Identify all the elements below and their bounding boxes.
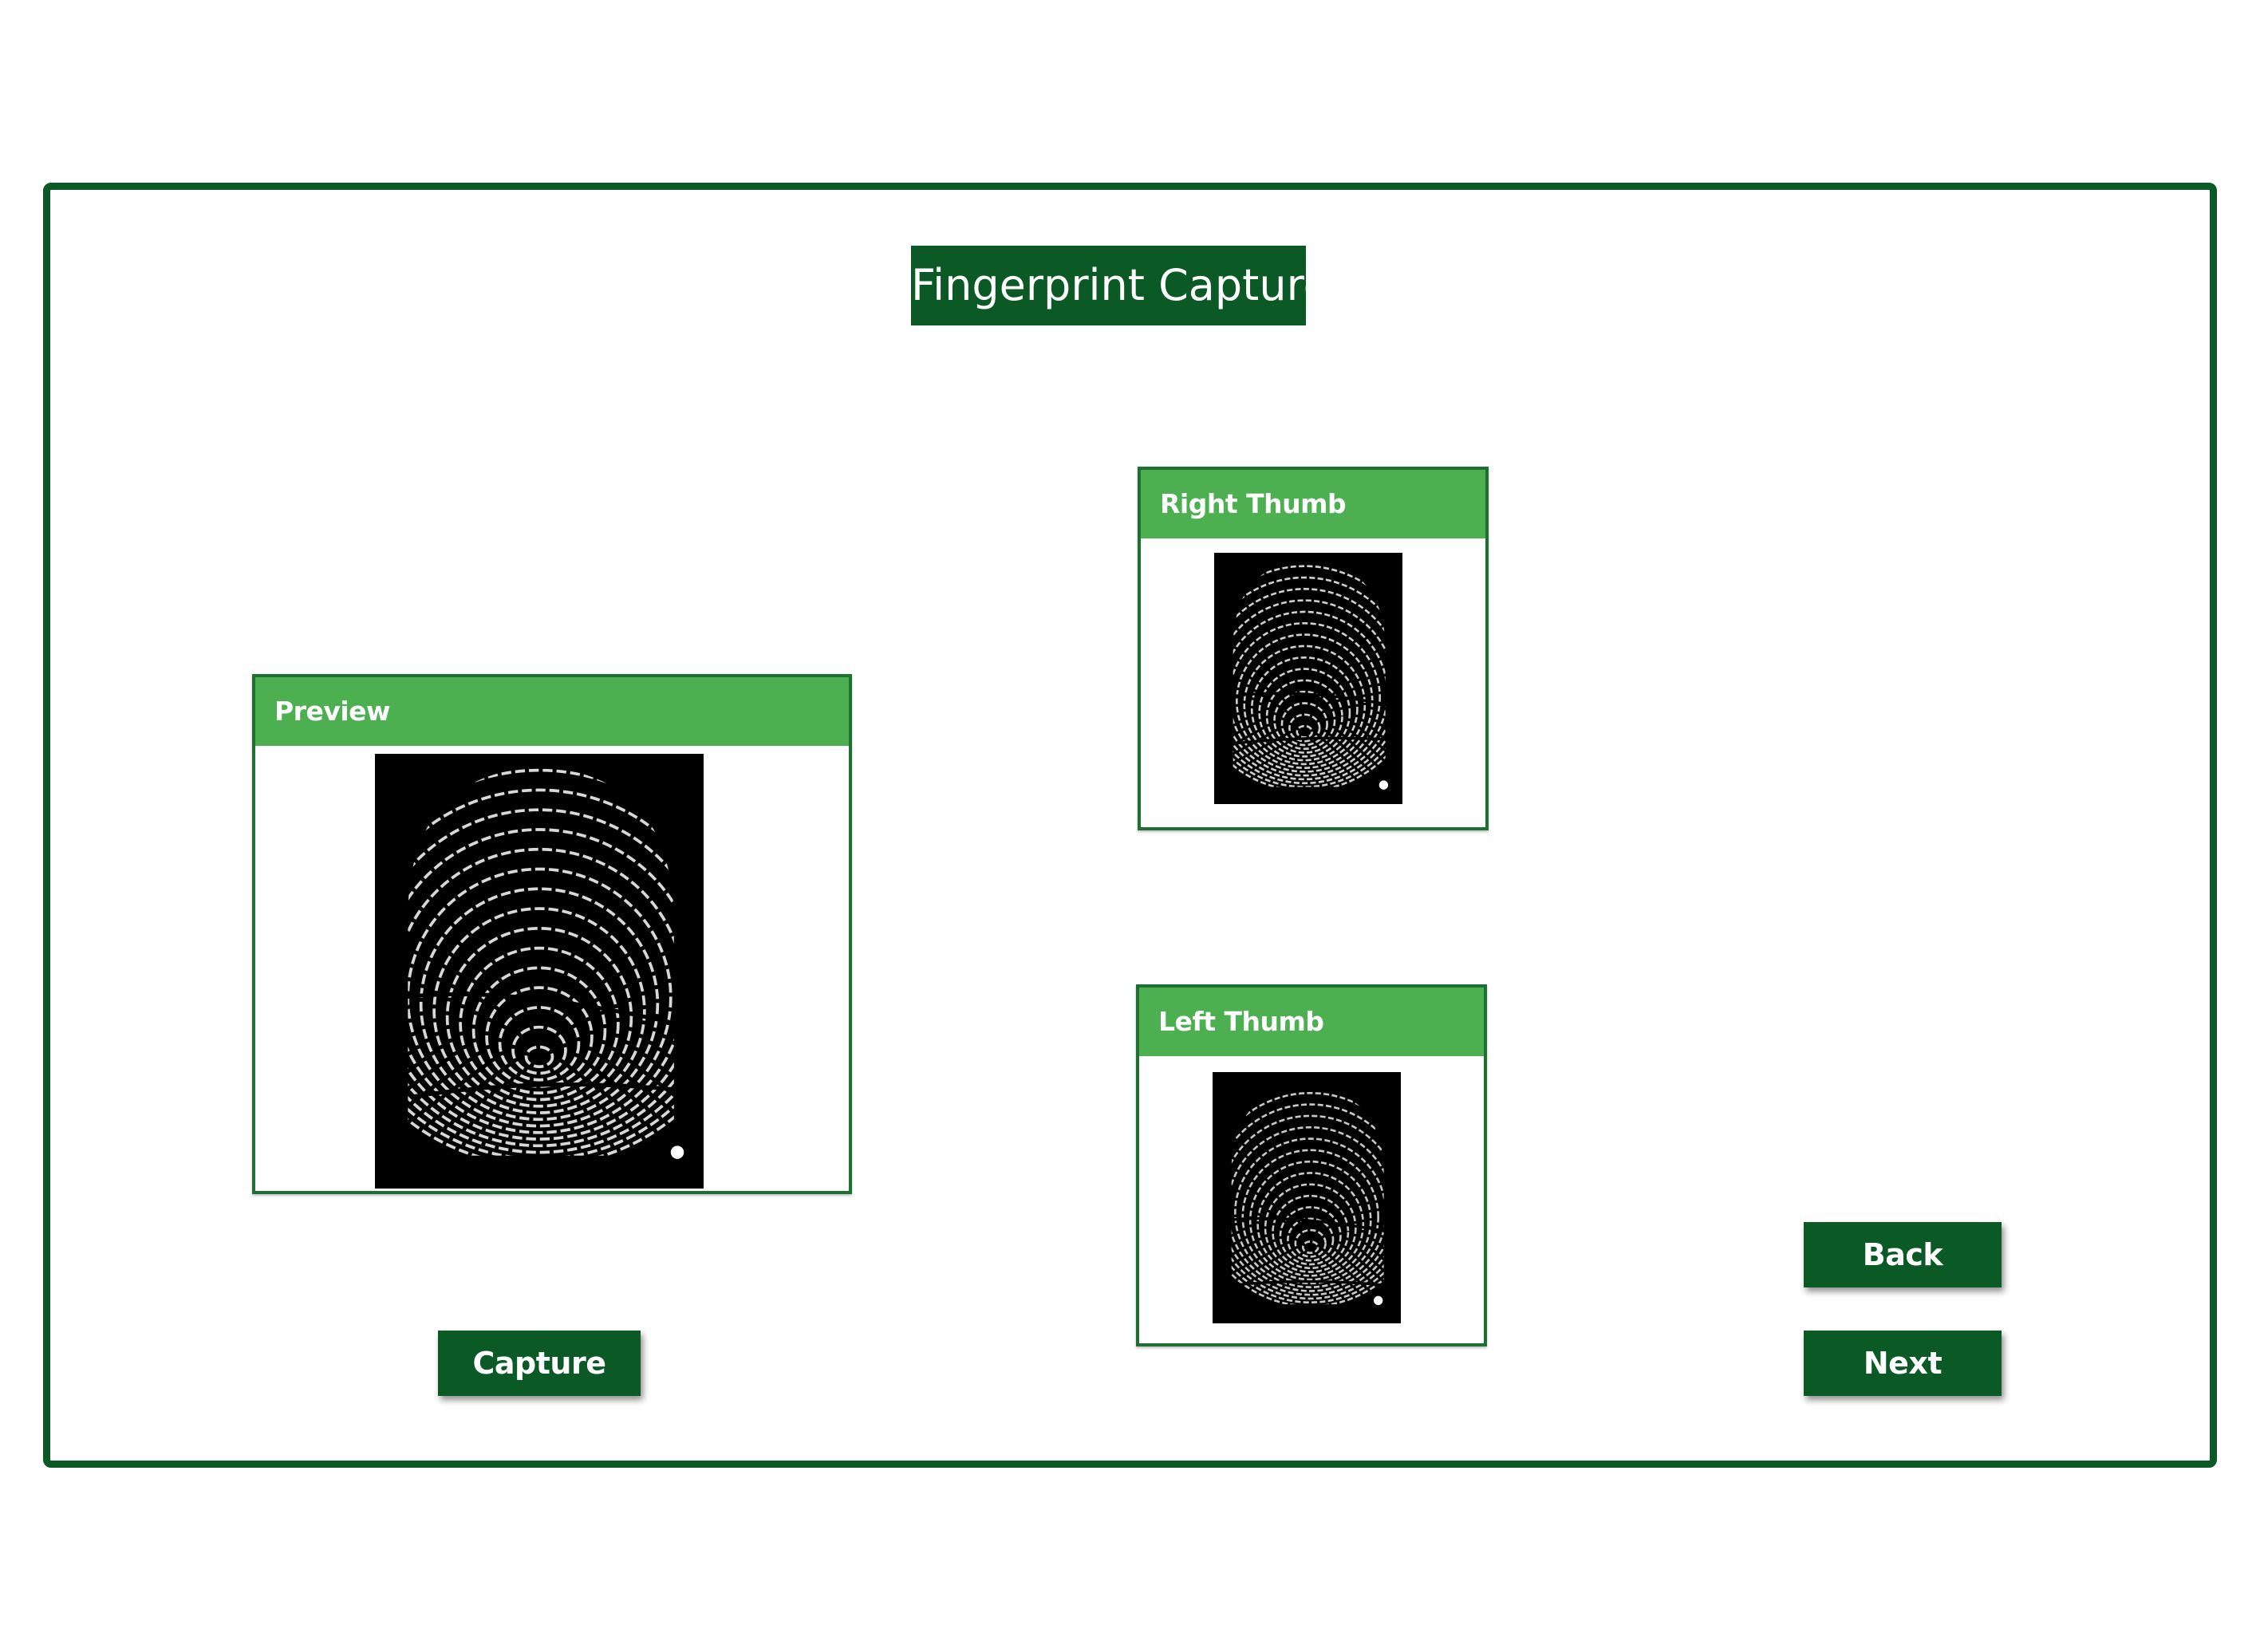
preview-header: Preview: [255, 677, 849, 746]
preview-panel: Preview: [252, 674, 852, 1194]
capture-button[interactable]: Capture: [438, 1331, 641, 1396]
preview-fingerprint-image: [375, 754, 704, 1189]
fingerprint-graphic: [1214, 565, 1402, 804]
fingerprint-graphic: [375, 767, 704, 1189]
left-thumb-panel: Left Thumb: [1136, 984, 1487, 1346]
back-button[interactable]: Back: [1804, 1222, 2002, 1287]
next-button[interactable]: Next: [1804, 1331, 2002, 1396]
right-thumb-fingerprint-image: [1214, 553, 1402, 804]
fingerprint-graphic: [1213, 1087, 1401, 1323]
right-thumb-panel: Right Thumb: [1138, 467, 1489, 830]
page-title: Fingerprint Capture: [911, 246, 1330, 325]
right-thumb-header: Right Thumb: [1141, 470, 1485, 538]
left-thumb-fingerprint-image: [1213, 1072, 1401, 1323]
left-thumb-header: Left Thumb: [1139, 988, 1484, 1056]
